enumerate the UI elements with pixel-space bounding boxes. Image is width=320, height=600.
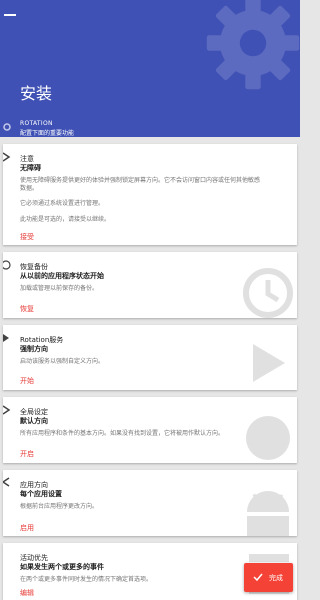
card-description: 它必须通过系统设置进行管理。 <box>20 200 105 207</box>
settings-icon <box>3 123 11 131</box>
start-button[interactable]: 开始 <box>20 376 34 386</box>
restore-background-icon <box>243 268 293 318</box>
card-description: 启动该服务以强制自定义方向。 <box>20 358 105 365</box>
edit-button[interactable]: 编辑 <box>20 588 34 598</box>
card-subtitle: 每个应用设置 <box>20 490 62 498</box>
play-icon <box>3 334 9 342</box>
card-description: 根据前台应用程序更改方向。 <box>20 503 99 510</box>
card-accessibility: 注意 无障碍 使用无障碍服务提供更好的体验并强制锁定屏幕方向。它不会访问窗口内容… <box>3 144 297 245</box>
app-orientation-icon <box>3 477 10 487</box>
android-background-icon <box>247 491 289 536</box>
card-description: 所有应用程序和条件的基本方向。如果没有找到设置，它将被用作默认方向。 <box>20 430 225 437</box>
enable-app-button[interactable]: 启用 <box>20 523 34 533</box>
header-subtitle: ROTATION <box>20 120 53 127</box>
header: 安装 ROTATION 配置下面的重要功能 <box>0 0 300 137</box>
global-orientation-icon <box>3 405 11 415</box>
card-subtitle: 无障碍 <box>20 164 41 172</box>
page-title: 安装 <box>20 84 53 103</box>
card-subtitle: 从以前的应用程序状态开始 <box>20 272 104 280</box>
restore-icon <box>3 260 11 270</box>
card-description: 使用无障碍服务提供更好的体验并强制锁定屏幕方向。它不会访问窗口内容或任何其他敏感 <box>20 177 261 184</box>
card-rotation-service: Rotation服务 强制方向 启动该服务以强制自定义方向。 开始 <box>3 325 297 390</box>
back-arrow-icon[interactable] <box>4 14 16 16</box>
card-subtitle: 默认方向 <box>20 417 48 425</box>
card-description: 数据。 <box>20 185 39 192</box>
card-description: 加载或管理以前保存的备份。 <box>20 285 99 292</box>
done-label: 完成 <box>269 574 283 582</box>
card-global-settings: 全局设定 默认方向 所有应用程序和条件的基本方向。如果没有找到设置，它将被用作默… <box>3 397 297 463</box>
accessibility-icon <box>3 152 11 162</box>
accept-button[interactable]: 接受 <box>20 232 34 242</box>
card-description: 此功能是可选的，请接受以继续。 <box>20 216 111 223</box>
global-background-icon <box>246 416 290 460</box>
done-button[interactable]: 完成 <box>244 563 293 592</box>
header-subbar: ROTATION 配置下面的重要功能 <box>0 118 300 137</box>
enable-global-button[interactable]: 开启 <box>20 449 34 459</box>
card-app-orientation: 应用方向 每个应用设置 根据前台应用程序更改方向。 启用 <box>3 470 297 536</box>
card-description: 在两个或更多事件同时发生的情况下确定首选项。 <box>20 576 153 583</box>
card-restore-backup: 恢复备份 从以前的应用程序状态开始 加载或管理以前保存的备份。 恢复 <box>3 252 297 318</box>
rotation-background-icon <box>253 344 285 382</box>
header-description: 配置下面的重要功能 <box>20 130 75 137</box>
card-subtitle: 强制方向 <box>20 345 48 353</box>
restore-button[interactable]: 恢复 <box>20 304 34 314</box>
gear-icon <box>206 0 300 90</box>
card-subtitle: 如果发生两个或更多的事件 <box>20 563 104 571</box>
check-icon <box>253 573 263 582</box>
